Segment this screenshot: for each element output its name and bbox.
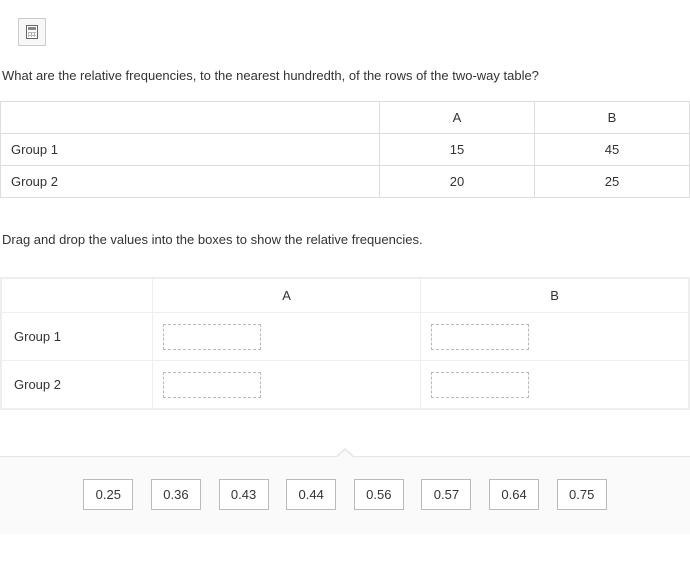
answer-table: A B Group 1 Group 2 — [1, 278, 689, 409]
answer-row: Group 1 — [2, 313, 689, 361]
row-label: Group 2 — [1, 166, 380, 198]
data-table-col-a: A — [379, 102, 534, 134]
drop-target[interactable] — [431, 372, 529, 398]
cell-b: 45 — [534, 134, 689, 166]
answer-row-label: Group 1 — [2, 313, 153, 361]
answer-col-a: A — [153, 279, 421, 313]
question-text: What are the relative frequencies, to th… — [2, 68, 690, 83]
value-chip[interactable]: 0.56 — [354, 479, 404, 510]
value-chip[interactable]: 0.44 — [286, 479, 336, 510]
cell-a: 20 — [379, 166, 534, 198]
cell-a: 15 — [379, 134, 534, 166]
data-table-blank-header — [1, 102, 380, 134]
calculator-icon — [26, 25, 38, 39]
cell-b: 25 — [534, 166, 689, 198]
value-chip[interactable]: 0.57 — [421, 479, 471, 510]
data-table-col-b: B — [534, 102, 689, 134]
drop-target[interactable] — [431, 324, 529, 350]
answer-blank-header — [2, 279, 153, 313]
answer-row: Group 2 — [2, 361, 689, 409]
data-row: Group 2 20 25 — [1, 166, 690, 198]
data-row: Group 1 15 45 — [1, 134, 690, 166]
calculator-button[interactable] — [18, 18, 46, 46]
row-label: Group 1 — [1, 134, 380, 166]
value-chip[interactable]: 0.36 — [151, 479, 201, 510]
value-chip[interactable]: 0.75 — [557, 479, 607, 510]
chip-tray: 0.25 0.36 0.43 0.44 0.56 0.57 0.64 0.75 — [0, 456, 690, 534]
value-chip[interactable]: 0.64 — [489, 479, 539, 510]
value-chip[interactable]: 0.25 — [83, 479, 133, 510]
instruction-text: Drag and drop the values into the boxes … — [2, 232, 690, 247]
drop-target[interactable] — [163, 324, 261, 350]
drop-target[interactable] — [163, 372, 261, 398]
data-table: A B Group 1 15 45 Group 2 20 25 — [0, 101, 690, 198]
answer-table-wrap: A B Group 1 Group 2 — [0, 277, 690, 410]
answer-row-label: Group 2 — [2, 361, 153, 409]
value-chip[interactable]: 0.43 — [219, 479, 269, 510]
answer-col-b: B — [421, 279, 689, 313]
